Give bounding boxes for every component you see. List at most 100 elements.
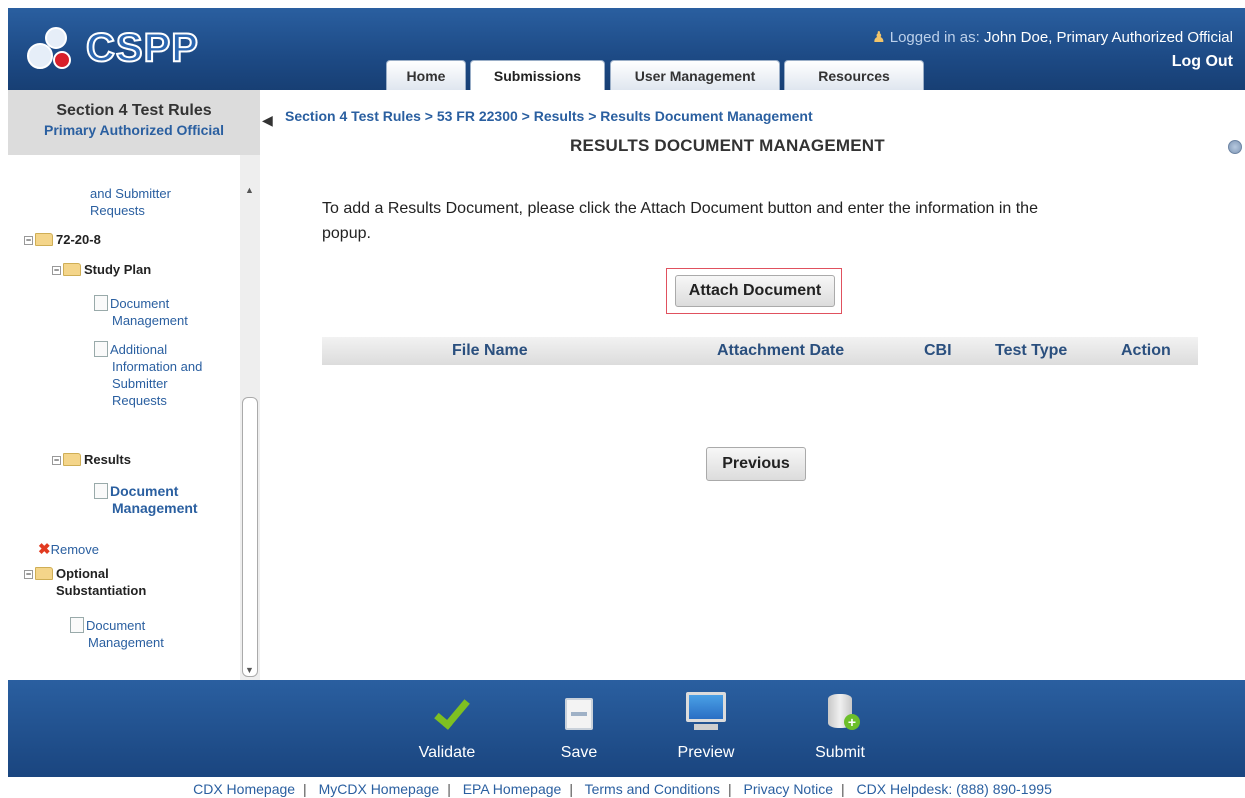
scroll-down-arrow-icon[interactable]: ▼ (245, 665, 254, 675)
tree-label: Study Plan (84, 262, 152, 277)
link-mycdx-homepage[interactable]: MyCDX Homepage (319, 781, 440, 797)
column-attachment-date[interactable]: Attachment Date (717, 337, 844, 365)
monitor-stand (694, 724, 718, 730)
link-separator: | (569, 781, 573, 797)
link-epa-homepage[interactable]: EPA Homepage (463, 781, 562, 797)
tree-label: Information and (112, 359, 203, 374)
link-terms-and-conditions[interactable]: Terms and Conditions (585, 781, 720, 797)
link-separator: | (841, 781, 845, 797)
link-cdx-helpdesk[interactable]: CDX Helpdesk: (888) 890-1995 (857, 781, 1052, 797)
tree-item-document-management-study[interactable]: Document Management (94, 295, 188, 329)
scrollbar-thumb[interactable] (242, 397, 258, 677)
app-header: CSPP ♟ Logged in as: John Doe, Primary A… (8, 8, 1245, 90)
footer-links: CDX Homepage | MyCDX Homepage | EPA Homepa… (0, 781, 1245, 797)
tree-folder-study-plan[interactable]: − Study Plan (52, 261, 151, 278)
tree-label: Requests (112, 393, 167, 408)
link-cdx-homepage[interactable]: CDX Homepage (193, 781, 295, 797)
collapse-toggle-icon[interactable]: − (52, 266, 61, 275)
submit-button[interactable]: + Submit (805, 680, 875, 762)
save-label: Save (560, 744, 598, 761)
sidebar-title: Section 4 Test Rules (56, 102, 212, 119)
logged-in-user: John Doe, Primary Authorized Official (983, 29, 1233, 46)
tree-label: Management (112, 313, 188, 328)
scroll-up-arrow-icon[interactable]: ▲ (245, 185, 254, 195)
link-separator: | (303, 781, 307, 797)
sidebar-subtitle: Primary Authorized Official (44, 122, 224, 138)
tree-item-remove[interactable]: ✖Remove (38, 541, 99, 558)
tree-label: Submitter (112, 376, 168, 391)
tree-label: Document (110, 483, 179, 499)
document-icon (94, 295, 108, 311)
link-separator: | (728, 781, 732, 797)
collapse-toggle-icon[interactable]: − (24, 236, 33, 245)
preview-button[interactable]: Preview (671, 680, 741, 762)
navigation-tree: and Submitter Requests − 72-20-8 − Study P… (8, 155, 240, 680)
tree-label: Management (112, 500, 198, 516)
link-privacy-notice[interactable]: Privacy Notice (744, 781, 833, 797)
sidebar: Section 4 Test Rules Primary Authorized … (8, 90, 260, 680)
tree-label: Results (84, 452, 131, 467)
page-title: RESULTS DOCUMENT MANAGEMENT (570, 136, 885, 155)
folder-icon (63, 263, 81, 276)
tree-label: and Submitter (90, 186, 171, 201)
tree-label: 72-20-8 (56, 232, 101, 247)
tree-label: Management (88, 635, 164, 650)
tree-label: Document (86, 618, 146, 633)
collapse-toggle-icon[interactable]: − (24, 570, 33, 579)
tab-resources[interactable]: Resources (784, 60, 924, 90)
breadcrumb[interactable]: Section 4 Test Rules > 53 FR 22300 > Res… (285, 108, 813, 124)
column-test-type[interactable]: Test Type (995, 337, 1067, 365)
tree-item-additional-information[interactable]: Additional Information and Submitter Req… (94, 341, 202, 409)
action-bar: Validate Save Preview + Submit (8, 680, 1245, 777)
validate-label: Validate (418, 744, 476, 761)
tree-item-submitter-requests-top[interactable]: and Submitter Requests (90, 185, 171, 219)
document-icon (94, 341, 108, 357)
tab-user-management[interactable]: User Management (610, 60, 780, 90)
tree-label: Additional (110, 342, 168, 357)
help-icon[interactable] (1228, 140, 1242, 154)
previous-button[interactable]: Previous (706, 447, 806, 481)
tree-label: Substantiation (56, 583, 147, 598)
sidebar-scrollbar[interactable]: ▲ ▼ (240, 155, 260, 680)
tree-folder-optional-substantiation[interactable]: − Optional Substantiation (24, 565, 146, 599)
instruction-line: popup. (322, 225, 371, 242)
column-file-name[interactable]: File Name (452, 337, 528, 365)
logout-link[interactable]: Log Out (1172, 53, 1233, 71)
cspp-logo[interactable]: CSPP (22, 20, 212, 80)
tree-item-document-management-optional[interactable]: Document Management (70, 617, 164, 651)
document-icon (70, 617, 84, 633)
save-button[interactable]: Save (549, 680, 609, 762)
sidebar-header: Section 4 Test Rules Primary Authorized … (8, 90, 260, 155)
documents-table-header: File Name Attachment Date CBI Test Type … (322, 337, 1198, 365)
remove-icon: ✖ (38, 541, 51, 558)
collapse-toggle-icon[interactable]: − (52, 456, 61, 465)
tree-folder-case[interactable]: − 72-20-8 (24, 231, 101, 248)
tree-label: Remove (50, 542, 99, 557)
tab-submissions[interactable]: Submissions (470, 60, 605, 90)
tree-label: Optional (56, 566, 109, 581)
tree-label: Requests (90, 203, 145, 218)
floppy-icon (565, 698, 593, 730)
tree-item-document-management-results[interactable]: Document Management (94, 483, 198, 517)
tab-home[interactable]: Home (386, 60, 466, 90)
tree-folder-results[interactable]: − Results (52, 451, 131, 468)
folder-icon (63, 453, 81, 466)
document-icon (94, 483, 108, 499)
column-cbi[interactable]: CBI (924, 337, 952, 365)
monitor-icon (686, 692, 726, 722)
instruction-text: To add a Results Document, please click … (322, 196, 1202, 246)
logo-text: CSPP (85, 25, 199, 71)
folder-icon (35, 233, 53, 246)
folder-icon (35, 567, 53, 580)
check-icon (434, 692, 470, 730)
column-action[interactable]: Action (1121, 337, 1171, 365)
attach-document-highlight: Attach Document (666, 268, 842, 314)
logged-in-label: Logged in as: (889, 29, 984, 46)
attach-document-button[interactable]: Attach Document (675, 275, 835, 307)
collapse-sidebar-icon[interactable]: ◀ (262, 112, 273, 129)
instruction-line: To add a Results Document, please click … (322, 200, 1038, 217)
plus-icon: + (844, 714, 860, 730)
user-icon: ♟ (872, 29, 886, 46)
validate-button[interactable]: Validate (412, 680, 482, 762)
link-separator: | (447, 781, 451, 797)
